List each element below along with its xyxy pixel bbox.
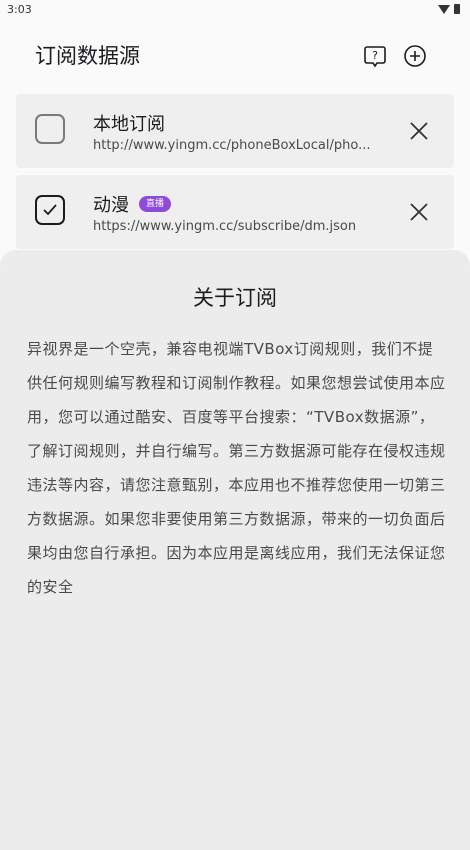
subscription-url: http://www.yingm.cc/phoneBoxLocal/pho... <box>93 138 371 153</box>
help-icon[interactable]: ? <box>363 44 387 68</box>
subscription-item-anime[interactable]: 动漫 直播 https://www.yingm.cc/subscribe/dm.… <box>16 175 454 249</box>
live-badge: 直播 <box>139 196 172 212</box>
subscription-name: 本地订阅 <box>93 114 165 135</box>
status-icons <box>438 4 460 14</box>
status-bar: 3:03 <box>0 0 470 22</box>
subscription-name: 动漫 直播 <box>93 191 172 217</box>
subscription-url: https://www.yingm.cc/subscribe/dm.json <box>93 219 357 234</box>
checkbox-unchecked[interactable] <box>35 114 65 144</box>
add-icon[interactable] <box>403 44 427 68</box>
sheet-title: 关于订阅 <box>193 286 277 310</box>
wifi-icon <box>438 4 450 14</box>
subscription-item-local[interactable]: 本地订阅 http://www.yingm.cc/phoneBoxLocal/p… <box>16 94 454 168</box>
close-icon[interactable] <box>407 200 431 224</box>
sheet-body: 异视界是一个空壳，兼容电视端TVBox订阅规则，我们不提供任何规则编写教程和订阅… <box>27 340 446 596</box>
battery-icon <box>454 4 460 14</box>
about-subscription-sheet: 关于订阅 异视界是一个空壳，兼容电视端TVBox订阅规则，我们不提供任何规则编写… <box>0 250 470 850</box>
close-icon[interactable] <box>407 119 431 143</box>
checkbox-checked[interactable] <box>35 195 65 225</box>
svg-text:?: ? <box>372 49 378 62</box>
status-time: 3:03 <box>7 3 32 16</box>
page-title: 订阅数据源 <box>35 44 140 68</box>
